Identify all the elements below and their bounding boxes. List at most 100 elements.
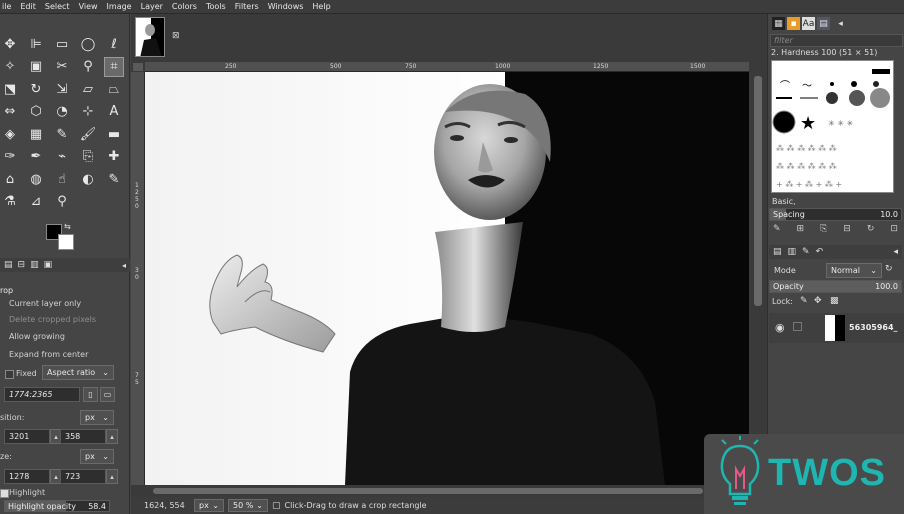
rotate-icon[interactable]: ↻ [26, 79, 46, 99]
highlight-checkbox[interactable] [0, 489, 9, 498]
gradients-tab-icon[interactable]: ▤ [817, 17, 830, 30]
eraser-icon[interactable]: ▬ [104, 124, 124, 144]
color-picker-icon[interactable]: ⚗ [0, 192, 20, 212]
cage-icon[interactable]: ⬡ [26, 102, 46, 122]
delete-cropped-label[interactable]: Delete cropped pixels [9, 315, 96, 324]
close-tab-icon[interactable]: ⊠ [172, 31, 180, 41]
size-width-input[interactable]: 1278 [4, 469, 50, 484]
horizontal-scrollbar[interactable] [145, 485, 749, 497]
menu-image[interactable]: Image [107, 2, 132, 11]
ellipse-select-icon[interactable]: ◯ [78, 34, 98, 54]
tool-options-tab-icon[interactable]: ▤ [4, 260, 13, 270]
layer-name[interactable]: 56305964_ [849, 323, 898, 332]
crop-icon[interactable]: ⌗ [104, 56, 124, 77]
paintbrush-icon[interactable]: 🖌 [78, 124, 98, 144]
fixed-checkbox[interactable] [5, 370, 14, 379]
current-layer-only-label[interactable]: Current layer only [9, 299, 81, 308]
layer-mode-select[interactable]: Normal ⌄ [826, 263, 882, 278]
perspective-clone-icon[interactable]: ⌂ [0, 169, 20, 189]
mypaint-brush-icon[interactable]: ⌁ [52, 147, 72, 167]
size-height-stepper[interactable]: ▴ [106, 469, 118, 484]
quick-mask-icon[interactable] [133, 63, 143, 71]
size-height-input[interactable]: 723 [60, 469, 106, 484]
unified-transform-icon[interactable]: ⬔ [0, 79, 20, 99]
fuzzy-select-icon[interactable]: ✧ [0, 57, 20, 77]
lock-alpha-icon[interactable]: ▩ [830, 296, 839, 306]
panel-menu-icon[interactable]: ◂ [893, 247, 898, 257]
rect-select-icon[interactable]: ▭ [52, 34, 72, 54]
smudge-icon[interactable]: ☝ [52, 169, 72, 189]
refresh-brushes-icon[interactable]: ↻ [867, 224, 875, 238]
foreground-select-icon[interactable]: ⚲ [78, 57, 98, 77]
gradient-icon[interactable]: ▦ [26, 124, 46, 144]
menu-layer[interactable]: Layer [141, 2, 163, 11]
scissors-select-icon[interactable]: ✂ [52, 57, 72, 77]
handle-transform-icon[interactable]: ⊹ [78, 102, 98, 122]
aspect-ratio-input[interactable]: 1774:2365 [4, 387, 80, 402]
horizontal-scroll-thumb[interactable] [153, 488, 703, 494]
brush-grid[interactable]: ⌒ ～ ★ ✳ ✳ ✳ ⁂ ⁂ ⁂ ⁂ ⁂ ⁂ ⁂ ⁂ ⁂ ⁂ ⁂ ⁂ + ⁂ … [771, 60, 894, 193]
menu-edit[interactable]: Edit [20, 2, 36, 11]
undo-tab-icon[interactable]: ↶ [816, 247, 824, 257]
expand-from-center-label[interactable]: Expand from center [9, 350, 88, 359]
position-x-input[interactable]: 3201 [4, 429, 50, 444]
color-select-icon[interactable]: ▣ [26, 57, 46, 77]
undo-history-tab-icon[interactable]: ▥ [30, 260, 39, 270]
measure-icon[interactable]: ⊿ [26, 192, 46, 212]
menu-help[interactable]: Help [312, 2, 330, 11]
menu-view[interactable]: View [79, 2, 98, 11]
paths-tab-icon[interactable]: ✎ [802, 247, 810, 257]
image-thumbnail-tab[interactable] [135, 17, 165, 57]
brush-filter-input[interactable]: filter [770, 34, 903, 47]
chain-icon[interactable] [793, 322, 802, 331]
layer-row[interactable]: ◉ 56305964_ [769, 313, 904, 343]
channels-tab-icon[interactable]: ▥ [788, 247, 797, 257]
dodge-burn-icon[interactable]: ◐ [78, 169, 98, 189]
zoom-select[interactable]: 50 % ⌄ [228, 499, 268, 512]
swap-colors-icon[interactable]: ⇆ [64, 222, 71, 231]
vertical-scrollbar[interactable] [751, 72, 765, 485]
allow-growing-label[interactable]: Allow growing [9, 332, 65, 341]
mode-switch-icon[interactable]: ↻ [885, 264, 893, 274]
new-brush-icon[interactable]: ⊞ [797, 224, 805, 238]
position-y-stepper[interactable]: ▴ [106, 429, 118, 444]
delete-brush-icon[interactable]: ⊟ [843, 224, 851, 238]
airbrush-icon[interactable]: ✑ [0, 147, 20, 167]
menu-windows[interactable]: Windows [268, 2, 304, 11]
panel-menu-icon[interactable]: ◂ [122, 261, 126, 270]
ink-icon[interactable]: ✒ [26, 147, 46, 167]
pencil-icon[interactable]: ✎ [52, 124, 72, 144]
menu-filters[interactable]: Filters [235, 2, 259, 11]
blur-icon[interactable]: ◍ [26, 169, 46, 189]
clone-icon[interactable]: ⎘ [78, 147, 98, 167]
zoom-icon[interactable]: ⚲ [52, 192, 72, 212]
size-unit-select[interactable]: px ⌄ [80, 449, 114, 464]
vertical-ruler[interactable]: 1 2 5 0 3 0 7 5 [131, 72, 145, 485]
scale-icon[interactable]: ⇲ [52, 79, 72, 99]
text-icon[interactable]: A [104, 102, 124, 122]
free-select-icon[interactable]: ℓ [104, 34, 124, 54]
images-tab-icon[interactable]: ▣ [44, 260, 53, 270]
heal-icon[interactable]: ✚ [104, 147, 124, 167]
menu-colors[interactable]: Colors [172, 2, 197, 11]
warp-icon[interactable]: ◔ [52, 102, 72, 122]
image-canvas[interactable] [145, 72, 749, 485]
position-y-input[interactable]: 358 [60, 429, 106, 444]
layer-opacity-slider[interactable]: Opacity 100.0 [769, 280, 902, 293]
landscape-button[interactable]: ▭ [100, 387, 115, 402]
horizontal-ruler[interactable]: 250 500 750 1000 1250 1500 [145, 62, 749, 72]
shear-icon[interactable]: ▱ [78, 79, 98, 99]
eye-icon[interactable]: ◉ [775, 321, 785, 334]
aspect-mode-select[interactable]: Aspect ratio ⌄ [42, 365, 114, 380]
highlight-opacity-slider[interactable]: Highlight opacity 58.4 [4, 500, 110, 512]
align-icon[interactable]: ⊫ [26, 34, 46, 54]
highlight-label[interactable]: Highlight [9, 488, 45, 497]
brushes-tab-icon[interactable]: ▦ [772, 17, 785, 30]
flip-icon[interactable]: ⇔ [0, 102, 20, 122]
device-status-tab-icon[interactable]: ⊟ [18, 260, 26, 270]
edit-brush-icon[interactable]: ✎ [773, 224, 781, 238]
move-icon[interactable]: ✥ [0, 34, 20, 54]
paths-icon[interactable]: ✎ [104, 169, 124, 189]
patterns-tab-icon[interactable]: ▪ [787, 17, 800, 30]
fonts-tab-icon[interactable]: Aa [802, 17, 815, 30]
